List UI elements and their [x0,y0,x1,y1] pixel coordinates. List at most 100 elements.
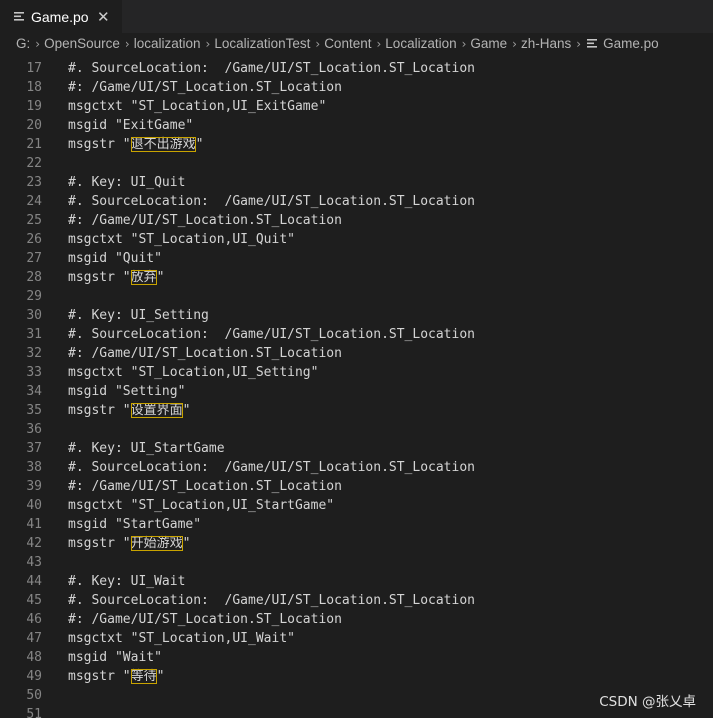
breadcrumb-item[interactable]: zh-Hans [521,36,571,51]
code-text: msgid "ExitGame" [68,118,194,133]
line-number: 33 [26,365,42,380]
translation-highlight: 设置界面 [130,403,183,418]
chevron-right-icon: › [512,36,517,51]
code-suffix: " [156,270,165,285]
line-number: 21 [26,137,42,152]
code-text: msgid "Wait" [68,650,162,665]
translation-highlight: 等待 [130,669,157,684]
code-line: 37 #. Key: UI_StartGame [0,439,713,458]
line-number: 24 [26,194,42,209]
tab-game-po[interactable]: Game.po ✕ [0,0,122,33]
code-line: 33 msgctxt "ST_Location,UI_Setting" [0,363,713,382]
line-number: 39 [26,479,42,494]
code-line: 29 [0,287,713,306]
line-number: 18 [26,80,42,95]
breadcrumb: G: › OpenSource › localization › LocalizationT… [0,33,713,56]
line-number: 19 [26,99,42,114]
code-line: 24 #. SourceLocation: /Game/UI/ST_Locatio… [0,192,713,211]
code-text: msgid "Quit" [68,251,162,266]
code-prefix: msgstr " [68,270,131,285]
breadcrumb-item[interactable]: localization [134,36,201,51]
code-suffix: " [195,137,204,152]
line-number: 45 [26,593,42,608]
breadcrumb-item[interactable]: OpenSource [44,36,120,51]
line-number: 42 [26,536,42,551]
code-text: msgctxt "ST_Location,UI_StartGame" [68,498,335,513]
chevron-right-icon: › [315,36,321,51]
code-text: #: /Game/UI/ST_Location.ST_Location [68,612,342,627]
code-text: #: /Game/UI/ST_Location.ST_Location [68,80,342,95]
code-prefix: msgstr " [68,669,131,684]
code-suffix: " [156,669,165,684]
code-line: 21 msgstr "退不出游戏" [0,135,713,154]
line-number: 48 [26,650,42,665]
code-line: 44 #. Key: UI_Wait [0,572,713,591]
line-number: 26 [26,232,42,247]
code-text: #. Key: UI_Quit [68,175,186,190]
chevron-right-icon: › [35,36,41,51]
code-line: 49 msgstr "等待" [0,667,713,686]
line-number: 49 [26,669,42,684]
line-number: 47 [26,631,42,646]
code-line: 32 #: /Game/UI/ST_Location.ST_Location [0,344,713,363]
code-line: 17 #. SourceLocation: /Game/UI/ST_Locatio… [0,59,713,78]
code-line: 40 msgctxt "ST_Location,UI_StartGame" [0,496,713,515]
code-line: 47 msgctxt "ST_Location,UI_Wait" [0,629,713,648]
code-line: 36 [0,420,713,439]
code-text: msgctxt "ST_Location,UI_Quit" [68,232,295,247]
code-line: 19 msgctxt "ST_Location,UI_ExitGame" [0,97,713,116]
line-number: 40 [26,498,42,513]
line-number: 36 [26,422,42,437]
chevron-right-icon: › [205,36,211,51]
tab-label: Game.po [31,9,89,25]
code-line: 48 msgid "Wait" [0,648,713,667]
code-text: #: /Game/UI/ST_Location.ST_Location [68,346,342,361]
code-text: msgid "Setting" [68,384,186,399]
code-line: 43 [0,553,713,572]
line-number: 23 [26,175,42,190]
code-line: 27 msgid "Quit" [0,249,713,268]
code-line: 46 #: /Game/UI/ST_Location.ST_Location [0,610,713,629]
code-line: 31 #. SourceLocation: /Game/UI/ST_Locatio… [0,325,713,344]
code-text: #. SourceLocation: /Game/UI/ST_Location.… [68,327,475,342]
code-text: msgid "StartGame" [68,517,202,532]
translation-highlight: 放弃 [130,270,157,285]
code-text: #. SourceLocation: /Game/UI/ST_Location.… [68,593,475,608]
breadcrumb-item[interactable]: Localization [385,36,456,51]
breadcrumb-item[interactable]: Game [470,36,507,51]
line-number: 34 [26,384,42,399]
line-number: 29 [26,289,42,304]
code-line: 35 msgstr "设置界面" [0,401,713,420]
code-line: 42 msgstr "开始游戏" [0,534,713,553]
code-text: msgstr "退不出游戏" [68,135,203,154]
code-suffix: " [182,536,191,551]
code-text: msgctxt "ST_Location,UI_ExitGame" [68,99,327,114]
translation-highlight: 开始游戏 [130,536,183,551]
line-number: 32 [26,346,42,361]
code-editor[interactable]: 17 #. SourceLocation: /Game/UI/ST_Locatio… [0,56,713,718]
watermark: CSDN @张乂卓 [599,694,696,710]
breadcrumb-item[interactable]: LocalizationTest [214,36,310,51]
code-line: 39 #: /Game/UI/ST_Location.ST_Location [0,477,713,496]
code-line: 28 msgstr "放弃" [0,268,713,287]
breadcrumb-item[interactable]: G: [16,36,30,51]
line-number: 44 [26,574,42,589]
code-line: 30 #. Key: UI_Setting [0,306,713,325]
code-text: #. SourceLocation: /Game/UI/ST_Location.… [68,194,475,209]
code-line: 25 #: /Game/UI/ST_Location.ST_Location [0,211,713,230]
code-suffix: " [182,403,191,418]
chevron-right-icon: › [576,36,582,51]
breadcrumb-item[interactable]: Content [324,36,371,51]
line-number: 20 [26,118,42,133]
breadcrumb-file[interactable]: Game.po [603,36,659,51]
tab-bar: Game.po ✕ [0,0,713,33]
code-line: 18 #: /Game/UI/ST_Location.ST_Location [0,78,713,97]
code-text: msgstr "设置界面" [68,401,190,420]
code-line: 41 msgid "StartGame" [0,515,713,534]
close-icon[interactable]: ✕ [97,8,110,26]
code-line: 23 #. Key: UI_Quit [0,173,713,192]
code-line: 20 msgid "ExitGame" [0,116,713,135]
code-line: 22 [0,154,713,173]
line-number: 41 [26,517,42,532]
line-number: 35 [26,403,42,418]
